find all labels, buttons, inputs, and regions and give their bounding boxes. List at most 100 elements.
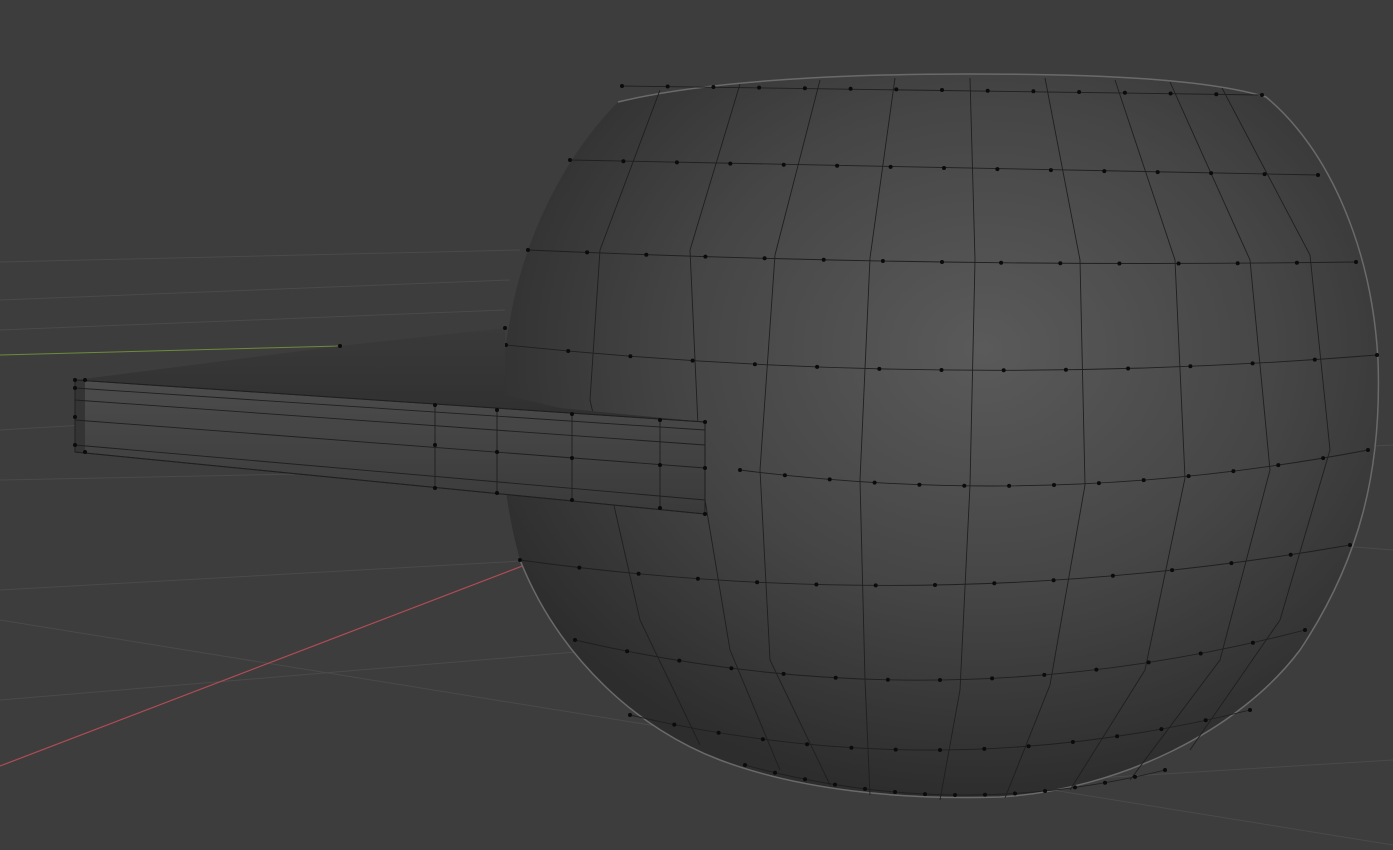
vertex[interactable] [940,88,944,92]
vertex[interactable] [338,344,342,348]
vertex[interactable] [568,158,572,162]
vertex[interactable] [953,793,957,797]
vertex[interactable] [1186,474,1191,479]
vertex[interactable] [773,770,777,775]
vertex[interactable] [1316,173,1320,177]
vertex[interactable] [1260,93,1264,97]
vertex[interactable] [433,403,437,407]
vertex[interactable] [1126,366,1131,371]
vertex[interactable] [888,164,893,169]
vertex[interactable] [760,737,765,742]
vertex[interactable] [872,480,877,485]
vertex[interactable] [1001,368,1006,373]
vertex[interactable] [83,450,87,454]
vertex[interactable] [923,792,927,797]
vertex[interactable] [1198,651,1203,656]
vertex[interactable] [1146,660,1151,665]
vertex[interactable] [1102,169,1107,174]
vertex[interactable] [1013,791,1017,796]
vertex[interactable] [743,763,747,767]
vertex[interactable] [658,418,662,422]
vertex[interactable] [917,482,922,487]
vertex[interactable] [1159,727,1164,732]
vertex[interactable] [1354,260,1358,264]
vertex[interactable] [805,742,810,747]
vertex[interactable] [1103,780,1107,785]
vertex[interactable] [835,163,840,168]
vertex[interactable] [1026,744,1031,749]
vertex[interactable] [73,415,77,419]
vertex[interactable] [1321,456,1326,461]
vertex[interactable] [982,746,987,751]
vertex[interactable] [1250,640,1255,645]
vertex[interactable] [781,162,786,167]
vertex[interactable] [674,160,679,165]
vertex[interactable] [1096,481,1101,486]
vertex[interactable] [827,477,832,482]
vertex[interactable] [665,84,670,89]
vertex[interactable] [752,362,757,367]
vertex[interactable] [814,582,819,587]
vertex[interactable] [703,420,707,424]
vertex[interactable] [880,259,885,263]
vertex[interactable] [992,581,997,586]
vertex[interactable] [83,378,87,382]
vertex[interactable] [644,252,649,257]
vertex[interactable] [985,88,990,93]
vertex[interactable] [703,254,708,259]
vertex[interactable] [1294,260,1299,265]
vertex[interactable] [1007,483,1012,488]
vertex[interactable] [433,443,437,447]
vertex[interactable] [526,248,530,252]
vertex[interactable] [755,580,760,585]
vertex[interactable] [893,747,898,752]
vertex[interactable] [1052,483,1056,487]
vertex[interactable] [1051,578,1056,583]
vertex[interactable] [1141,478,1146,483]
vertex[interactable] [877,366,882,371]
vertex[interactable] [762,256,767,261]
vertex[interactable] [821,257,826,262]
vertex[interactable] [938,678,942,682]
vertex[interactable] [658,463,662,467]
vertex[interactable] [716,730,721,735]
vertex[interactable] [625,649,630,654]
vertex[interactable] [729,666,734,671]
vertex[interactable] [1042,672,1047,677]
vertex[interactable] [1070,740,1075,744]
vertex[interactable] [849,745,854,750]
vertex[interactable] [570,498,574,502]
vertex[interactable] [495,408,499,412]
vertex[interactable] [728,161,733,166]
vertex[interactable] [995,167,1000,172]
vertex[interactable] [690,358,695,363]
vertex[interactable] [621,159,626,164]
vertex[interactable] [738,468,742,472]
vertex[interactable] [885,677,890,682]
vertex[interactable] [833,675,838,680]
vertex[interactable] [585,250,590,255]
vertex[interactable] [1170,568,1175,573]
vertex[interactable] [636,571,641,576]
vertex[interactable] [1094,667,1099,672]
vertex[interactable] [1375,353,1379,357]
vertex[interactable] [566,349,571,353]
vertex[interactable] [1168,91,1173,96]
vertex[interactable] [1058,261,1063,266]
vertex[interactable] [677,658,682,663]
vertex[interactable] [73,386,77,390]
vertex[interactable] [495,491,499,495]
vertex[interactable] [1188,364,1193,369]
vertex[interactable] [570,412,574,416]
vertex[interactable] [983,792,987,797]
vertex[interactable] [1110,573,1115,578]
vertex[interactable] [1063,367,1068,372]
vertex[interactable] [1209,171,1214,176]
vertex[interactable] [628,713,632,717]
vertex[interactable] [1303,628,1307,632]
vertex[interactable] [1231,469,1236,474]
vertex[interactable] [938,748,942,752]
vertex[interactable] [620,84,624,88]
vertex[interactable] [703,512,707,516]
3d-viewport[interactable] [0,0,1393,850]
